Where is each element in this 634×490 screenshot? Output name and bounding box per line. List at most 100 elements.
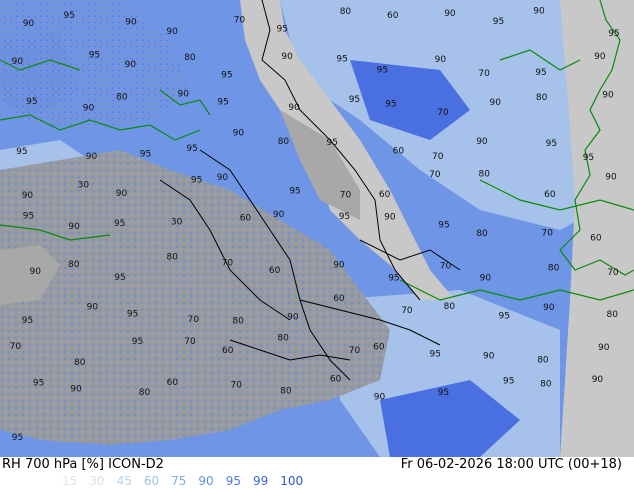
legend-value-95: 95 <box>225 474 241 488</box>
contour-label: 90 <box>233 129 245 139</box>
contour-label: 90 <box>125 60 137 70</box>
contour-label: 80 <box>280 387 292 397</box>
contour-label: 30 <box>171 217 183 227</box>
contour-label: 95 <box>546 139 557 149</box>
legend-value-15: 15 <box>62 474 78 488</box>
contour-label: 90 <box>288 103 300 113</box>
contour-label: 95 <box>535 68 546 78</box>
contour-label: 60 <box>379 190 391 200</box>
contour-label: 95 <box>26 97 37 107</box>
contour-label: 95 <box>221 71 232 81</box>
contour-label: 95 <box>493 17 504 27</box>
contour-label: 80 <box>479 170 491 180</box>
contour-label: 90 <box>281 52 293 62</box>
contour-label: 95 <box>33 379 44 389</box>
contour-label: 60 <box>590 233 602 243</box>
contour-label: 70 <box>184 337 196 347</box>
contour-label: 90 <box>23 19 35 29</box>
contour-label: 90 <box>592 375 604 385</box>
contour-label: 80 <box>607 310 619 320</box>
contour-label: 95 <box>349 95 360 105</box>
contour-label: 70 <box>542 229 554 239</box>
contour-label: 90 <box>333 260 345 270</box>
contour-label: 95 <box>377 65 388 75</box>
contour-label: 80 <box>277 334 289 344</box>
contour-label: 70 <box>607 268 619 278</box>
contour-label: 95 <box>186 144 197 154</box>
contour-label: 90 <box>533 6 545 16</box>
contour-label: 90 <box>30 267 42 277</box>
contour-label: 90 <box>12 57 24 67</box>
contour-label: 80 <box>548 264 560 274</box>
contour-label: 80 <box>340 7 352 17</box>
contour-label: 95 <box>16 147 27 157</box>
contour-label: 80 <box>184 53 196 63</box>
contour-label: 95 <box>339 212 350 222</box>
contour-label: 80 <box>540 380 552 390</box>
humidity-map-canvas: 90 95 90 90 70 95 80 60 90 95 90 95 90 95 90 80 95 90 95 95… <box>0 0 634 457</box>
contour-label: 90 <box>22 191 34 201</box>
contour-label: 95 <box>277 25 288 35</box>
contour-label: 60 <box>240 213 252 223</box>
contour-label: 90 <box>444 9 456 19</box>
contour-label: 70 <box>478 69 490 79</box>
contour-label: 95 <box>64 11 75 21</box>
contour-label: 70 <box>10 342 22 352</box>
contour-label: 95 <box>438 220 449 230</box>
legend-value-75: 75 <box>171 474 187 488</box>
contour-label: 90 <box>476 137 488 147</box>
contour-label: 95 <box>336 54 347 64</box>
contour-label: 90 <box>116 189 128 199</box>
contour-label: 60 <box>393 146 405 156</box>
contour-label: 95 <box>114 219 125 229</box>
contour-label: 70 <box>432 152 444 162</box>
contour-label: 70 <box>437 108 449 118</box>
contour-label: 90 <box>83 103 95 113</box>
map-footer: RH 700 hPa [%] ICON-D2 Fr 06-02-2026 18:… <box>0 457 634 490</box>
legend-value-99: 99 <box>252 474 269 488</box>
contour-label: 70 <box>222 259 234 269</box>
contour-label: 95 <box>191 176 202 186</box>
contour-label: 95 <box>127 310 138 320</box>
contour-label: 70 <box>440 262 452 272</box>
contour-label: 95 <box>23 211 34 221</box>
contour-label: 95 <box>217 97 228 107</box>
contour-label: 70 <box>188 315 200 325</box>
contour-label: 95 <box>608 29 619 39</box>
contour-label: 80 <box>74 358 86 368</box>
contour-label: 95 <box>89 51 100 61</box>
contour-label: 90 <box>217 173 229 183</box>
contour-label: 60 <box>387 11 399 21</box>
contour-label: 60 <box>167 378 179 388</box>
legend-value-100: 100 <box>280 474 304 488</box>
contour-label: 80 <box>536 93 548 103</box>
map-timestamp: Fr 06-02-2026 18:00 UTC (00+18) <box>400 457 622 472</box>
contour-label: 95 <box>22 316 33 326</box>
contour-label: 90 <box>68 222 80 232</box>
contour-label: 90 <box>605 173 617 183</box>
contour-label: 95 <box>385 99 396 109</box>
contour-label: 80 <box>537 356 549 366</box>
contour-label: 90 <box>273 210 285 220</box>
contour-label: 90 <box>594 52 606 62</box>
legend-value-30: 30 <box>89 474 105 488</box>
contour-label: 95 <box>132 337 143 347</box>
contour-label: 80 <box>139 388 151 398</box>
contour-label: 60 <box>544 190 556 200</box>
contour-label: 80 <box>476 229 488 239</box>
contour-label: 70 <box>429 170 441 180</box>
contour-label: 90 <box>483 352 495 362</box>
legend-value-90: 90 <box>198 474 214 488</box>
contour-label: 70 <box>231 380 243 390</box>
contour-label: 95 <box>289 186 300 196</box>
contour-label: 90 <box>70 384 82 394</box>
contour-label: 95 <box>503 377 514 387</box>
contour-label: 70 <box>234 15 246 25</box>
legend-value-60: 60 <box>143 474 160 488</box>
contour-label: 70 <box>401 306 413 316</box>
contour-label: 95 <box>499 312 510 322</box>
contour-label: 90 <box>287 313 299 323</box>
contour-label: 95 <box>114 273 125 283</box>
contour-label: 90 <box>543 303 555 313</box>
legend-value-45: 45 <box>116 474 132 488</box>
